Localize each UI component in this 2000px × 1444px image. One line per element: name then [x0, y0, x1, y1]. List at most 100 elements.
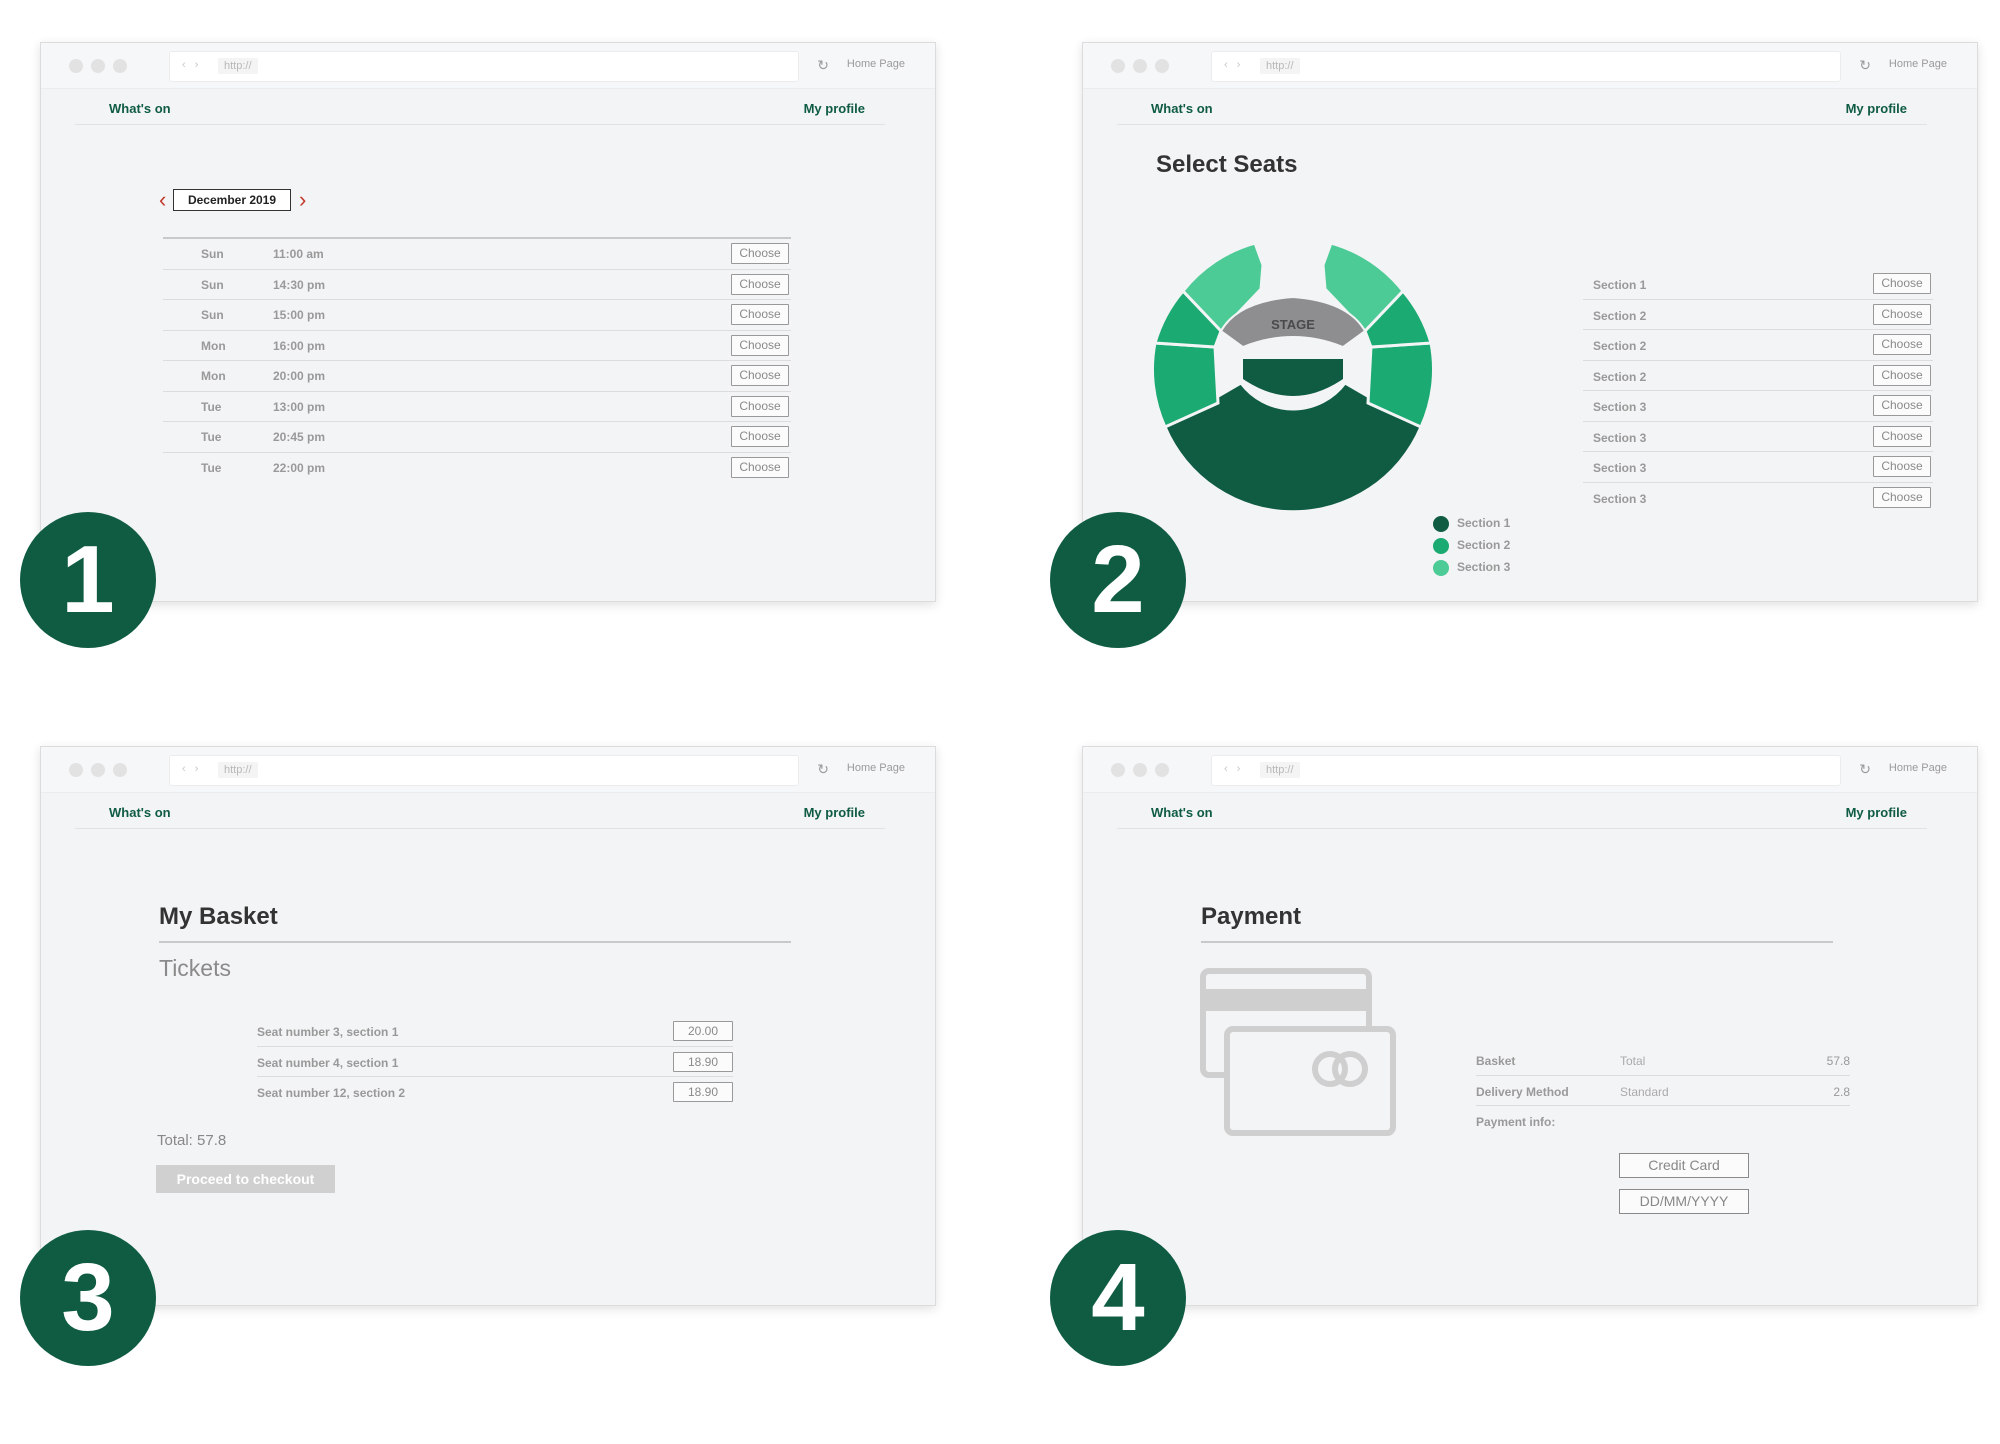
- showtimes-table: Sun 11:00 am Choose Sun 14:30 pm Choose Sun 1…: [163, 237, 791, 483]
- showtime-row: Tue 20:45 pm Choose: [163, 422, 791, 453]
- basket-item: Seat number 12, section 2 18.90: [257, 1077, 733, 1108]
- section-row: Section 2 Choose: [1583, 330, 1933, 361]
- window-maximize-dot[interactable]: [113, 59, 127, 73]
- window-minimize-dot[interactable]: [91, 59, 105, 73]
- home-page-link[interactable]: Home Page: [1889, 58, 1947, 70]
- back-forward-icon[interactable]: ‹ ›: [182, 763, 201, 775]
- summary-amount: 57.8: [1826, 1054, 1850, 1068]
- stage-label: STAGE: [1271, 317, 1315, 332]
- choose-button[interactable]: Choose: [731, 426, 789, 447]
- page-title: Select Seats: [1156, 151, 1298, 178]
- choose-button[interactable]: Choose: [731, 334, 789, 356]
- summary-label: Delivery Method: [1476, 1084, 1569, 1099]
- choose-button[interactable]: Choose: [731, 395, 789, 417]
- price-field: 18.90: [673, 1051, 733, 1072]
- choose-button[interactable]: Choose: [731, 243, 789, 264]
- section-label: Section 3: [1593, 430, 1647, 445]
- address-text: http://: [218, 58, 258, 74]
- seat-section-1-center[interactable]: [1243, 359, 1343, 396]
- browser-window-showtimes: ‹ › http:// ↻ Home Page What's on My pro…: [40, 42, 936, 602]
- legend-swatch: [1433, 516, 1449, 532]
- nav-whats-on[interactable]: What's on: [109, 101, 171, 116]
- choose-button[interactable]: Choose: [1873, 456, 1931, 477]
- reload-icon[interactable]: ↻: [817, 761, 829, 778]
- back-forward-icon[interactable]: ‹ ›: [1224, 763, 1243, 775]
- choose-button[interactable]: Choose: [1873, 364, 1931, 386]
- back-forward-icon[interactable]: ‹ ›: [182, 59, 201, 71]
- choose-button[interactable]: Choose: [1873, 303, 1931, 325]
- month-label: December 2019: [173, 189, 291, 211]
- choose-button[interactable]: Choose: [731, 304, 789, 325]
- nav-my-profile[interactable]: My profile: [1846, 101, 1907, 116]
- section-row: Section 2 Choose: [1583, 300, 1933, 330]
- browser-window-payment: ‹ › http:// ↻ Home Page What's on My pro…: [1082, 746, 1978, 1306]
- choose-button[interactable]: Choose: [731, 273, 789, 295]
- summary-value: Standard: [1620, 1084, 1669, 1099]
- section-row: Section 3 Choose: [1583, 391, 1933, 422]
- window-maximize-dot[interactable]: [1155, 59, 1169, 73]
- prev-month-icon[interactable]: ‹: [159, 189, 166, 211]
- choose-button[interactable]: Choose: [731, 456, 789, 478]
- home-page-link[interactable]: Home Page: [847, 58, 905, 70]
- summary-row: Delivery Method Standard 2.8: [1476, 1076, 1850, 1106]
- section-row: Section 1 Choose: [1583, 269, 1933, 300]
- date-field[interactable]: DD/MM/YYYY: [1619, 1189, 1749, 1214]
- showtime-row: Sun 11:00 am Choose: [163, 239, 791, 270]
- nav-my-profile[interactable]: My profile: [804, 805, 865, 820]
- title-divider: [159, 941, 791, 943]
- nav-my-profile[interactable]: My profile: [1846, 805, 1907, 820]
- showtime-time: 13:00 pm: [273, 399, 326, 414]
- showtime-day: Tue: [201, 430, 222, 444]
- choose-button[interactable]: Choose: [1873, 273, 1931, 294]
- showtime-time: 20:00 pm: [273, 369, 326, 383]
- address-bar[interactable]: ‹ › http://: [1211, 51, 1841, 82]
- summary-value: Total: [1620, 1054, 1646, 1068]
- choose-button[interactable]: Choose: [1873, 334, 1931, 355]
- address-bar[interactable]: ‹ › http://: [1211, 755, 1841, 786]
- reload-icon[interactable]: ↻: [1859, 761, 1871, 778]
- nav-whats-on[interactable]: What's on: [109, 805, 171, 820]
- section-label: Section 1: [1593, 278, 1647, 292]
- legend-label: Section 1: [1457, 516, 1511, 530]
- showtime-row: Tue 22:00 pm Choose: [163, 453, 791, 484]
- legend-swatch: [1433, 538, 1449, 554]
- section-label: Section 3: [1593, 461, 1647, 475]
- next-month-icon[interactable]: ›: [299, 189, 306, 211]
- showtime-day: Tue: [201, 399, 222, 414]
- address-bar[interactable]: ‹ › http://: [169, 755, 799, 786]
- nav-whats-on[interactable]: What's on: [1151, 805, 1213, 820]
- credit-card-field[interactable]: Credit Card: [1619, 1153, 1749, 1178]
- address-bar[interactable]: ‹ › http://: [169, 51, 799, 82]
- nav-whats-on[interactable]: What's on: [1151, 101, 1213, 116]
- price-field: 18.90: [673, 1082, 733, 1102]
- window-close-dot[interactable]: [69, 59, 83, 73]
- proceed-to-checkout-button[interactable]: Proceed to checkout: [156, 1165, 335, 1193]
- showtime-day: Tue: [201, 460, 222, 475]
- showtime-day: Mon: [201, 369, 226, 383]
- choose-button[interactable]: Choose: [1873, 395, 1931, 416]
- window-minimize-dot[interactable]: [1133, 763, 1147, 777]
- nav-my-profile[interactable]: My profile: [804, 101, 865, 116]
- choose-button[interactable]: Choose: [1873, 486, 1931, 508]
- window-close-dot[interactable]: [69, 763, 83, 777]
- showtime-row: Sun 14:30 pm Choose: [163, 270, 791, 300]
- choose-button[interactable]: Choose: [731, 365, 789, 386]
- home-page-link[interactable]: Home Page: [1889, 762, 1947, 774]
- choose-button[interactable]: Choose: [1873, 425, 1931, 447]
- window-maximize-dot[interactable]: [1155, 763, 1169, 777]
- window-close-dot[interactable]: [1111, 763, 1125, 777]
- browser-chrome: ‹ › http:// ↻ Home Page: [41, 747, 935, 793]
- showtime-row: Sun 15:00 pm Choose: [163, 300, 791, 331]
- back-forward-icon[interactable]: ‹ ›: [1224, 59, 1243, 71]
- reload-icon[interactable]: ↻: [817, 57, 829, 74]
- showtime-row: Tue 13:00 pm Choose: [163, 392, 791, 422]
- browser-chrome: ‹ › http:// ↻ Home Page: [1083, 747, 1977, 793]
- window-close-dot[interactable]: [1111, 59, 1125, 73]
- section-label: Section 2: [1593, 308, 1647, 323]
- window-minimize-dot[interactable]: [91, 763, 105, 777]
- window-minimize-dot[interactable]: [1133, 59, 1147, 73]
- window-maximize-dot[interactable]: [113, 763, 127, 777]
- summary-row: Basket Total 57.8: [1476, 1045, 1850, 1076]
- home-page-link[interactable]: Home Page: [847, 762, 905, 774]
- reload-icon[interactable]: ↻: [1859, 57, 1871, 74]
